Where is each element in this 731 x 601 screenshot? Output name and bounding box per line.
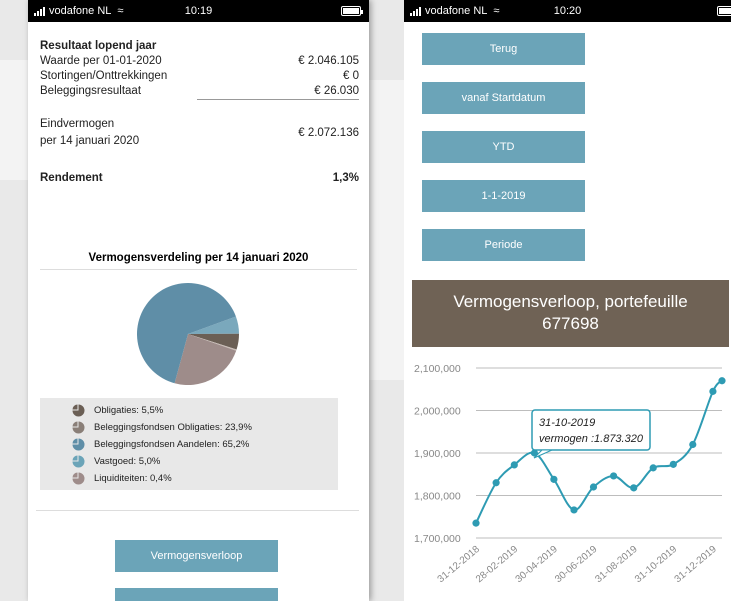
row-value: € 26.030 (197, 84, 359, 100)
x-tick-label: 30-04-2019 (514, 544, 561, 586)
carrier-name: vodafone NL (425, 5, 488, 17)
status-bar: vodafone NL ≈ 10:20 (404, 0, 731, 22)
row-value: € 0 (343, 70, 359, 82)
legend-label: Vastgoed: 5,0% (94, 456, 161, 467)
row-label: Waarde per 01-01-2020 (40, 55, 162, 67)
data-point[interactable] (718, 377, 726, 385)
eindvermogen-date: per 14 januari 2020 (40, 135, 140, 147)
wifi-icon: ≈ (493, 5, 500, 17)
periode-button[interactable]: Periode (422, 229, 585, 261)
vermogensverloop-button[interactable]: Vermogensverloop (115, 540, 278, 572)
ytd-button[interactable]: YTD (422, 131, 585, 163)
series-line (475, 379, 723, 524)
pie-segment-icon (72, 472, 85, 485)
row-value: € 2.046.105 (298, 55, 359, 67)
y-tick-label: 1,900,000 (414, 448, 461, 460)
phone-screen-right: vodafone NL ≈ 10:20 Terug vanaf Startdat… (404, 0, 731, 601)
eindvermogen-row: Eindvermogen per 14 januari 2020 € 2.072… (40, 116, 359, 150)
legend-label: Liquiditeiten: 0,4% (94, 473, 172, 484)
vanaf-startdatum-button[interactable]: vanaf Startdatum (422, 82, 585, 114)
pie-segment-icon (72, 455, 85, 468)
background-shape (369, 80, 404, 380)
data-point[interactable] (709, 387, 717, 395)
legend-label: Obligaties: 5,5% (94, 405, 164, 416)
legend-label: Beleggingsfondsen Aandelen: 65,2% (94, 439, 250, 450)
status-bar: vodafone NL ≈ 10:19 (28, 0, 369, 22)
distribution-title: Vermogensverdeling per 14 januari 2020 (40, 252, 357, 270)
pie-segment-icon (72, 438, 85, 451)
background-shape (0, 60, 28, 180)
row-label: Stortingen/Onttrekkingen (40, 70, 168, 82)
data-point[interactable] (630, 484, 638, 492)
data-point[interactable] (492, 479, 500, 487)
terug-button[interactable]: Terug (422, 33, 585, 65)
rendement-value: 1,3% (332, 172, 359, 184)
pie-chart (28, 278, 369, 390)
battery-icon (341, 6, 363, 16)
data-point[interactable] (510, 461, 518, 469)
data-point[interactable] (649, 464, 657, 472)
legend-item: Vastgoed: 5,0% (72, 453, 338, 470)
y-tick-label: 2,100,000 (414, 363, 461, 375)
wifi-icon: ≈ (117, 5, 124, 17)
data-point[interactable] (610, 472, 618, 480)
carrier-name: vodafone NL (49, 5, 112, 17)
data-point[interactable] (689, 440, 697, 449)
result-section: Resultaat lopend jaar Waarde per 01-01-2… (28, 22, 369, 184)
y-tick-label: 2,000,000 (414, 406, 461, 418)
legend-item: Beleggingsfondsen Aandelen: 65,2% (72, 436, 338, 453)
signal-icon (410, 6, 421, 16)
y-tick-label: 1,800,000 (414, 491, 461, 503)
result-row: Stortingen/Onttrekkingen € 0 (40, 69, 359, 84)
rendement-row: Rendement 1,3% (40, 172, 359, 184)
pie-segment-icon (72, 421, 85, 434)
data-point[interactable] (472, 519, 480, 527)
battery-icon (717, 6, 731, 16)
chart-title: Vermogensverloop, portefeuille (453, 292, 688, 311)
pie-chart-svg (137, 283, 239, 385)
legend-item: Obligaties: 5,5% (72, 402, 338, 419)
result-title: Resultaat lopend jaar (40, 40, 157, 52)
data-point[interactable] (570, 506, 578, 514)
pie-legend: Obligaties: 5,5% Beleggingsfondsen Obliga… (40, 398, 338, 490)
eindvermogen-label: Eindvermogen (40, 118, 115, 130)
legend-item: Beleggingsfondsen Obligaties: 23,9% (72, 419, 338, 436)
y-tick-label: 1,700,000 (414, 533, 461, 545)
row-label: Beleggingsresultaat (40, 85, 142, 97)
result-row: Waarde per 01-01-2020 € 2.046.105 (40, 54, 359, 69)
tooltip-date: 31-10-2019 (539, 417, 595, 429)
x-tick-label: 28-02-2019 (474, 544, 521, 586)
tooltip-value: vermogen :1.873.320 (539, 433, 644, 445)
phone-screen-left: vodafone NL ≈ 10:19 Resultaat lopend jaa… (28, 0, 369, 601)
legend-item: Liquiditeiten: 0,4% (72, 470, 338, 487)
result-row: Beleggingsresultaat € 26.030 (40, 84, 359, 100)
signal-icon (34, 6, 45, 16)
date-1-1-2019-button[interactable]: 1-1-2019 (422, 180, 585, 212)
legend-label: Beleggingsfondsen Obligaties: 23,9% (94, 422, 252, 433)
pie-segment-icon (72, 404, 85, 417)
next-button[interactable] (115, 588, 278, 601)
x-tick-label: 31-12-2019 (673, 544, 720, 586)
data-point[interactable] (589, 483, 598, 491)
portfolio-number: 677698 (542, 314, 599, 333)
rendement-label: Rendement (40, 172, 103, 184)
x-tick-label: 30-06-2019 (553, 544, 600, 586)
data-point[interactable] (669, 460, 677, 468)
divider (36, 510, 359, 511)
x-tick-label: 31-08-2019 (593, 544, 640, 586)
chart-header: Vermogensverloop, portefeuille 677698 (412, 280, 729, 347)
line-chart[interactable]: 1,700,000 1,800,000 1,900,000 2,000,000 2,10… (404, 352, 731, 601)
eindvermogen-value: € 2.072.136 (298, 127, 359, 139)
data-point[interactable] (550, 475, 558, 483)
x-tick-label: 31-10-2019 (633, 544, 680, 586)
